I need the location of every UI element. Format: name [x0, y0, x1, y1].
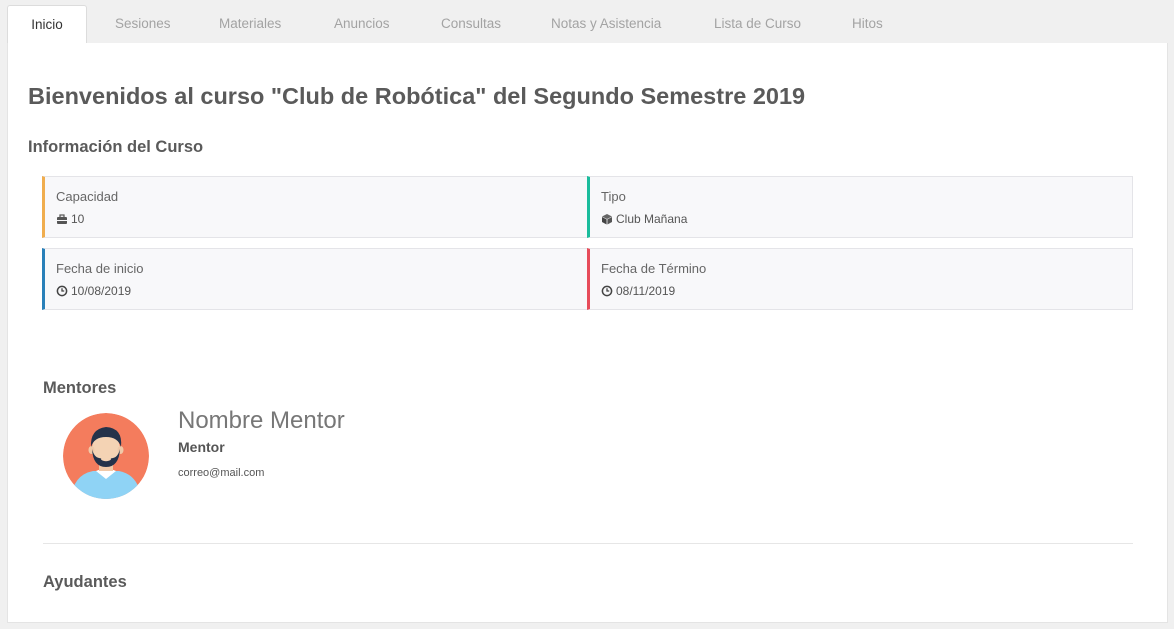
capacity-card: Capacidad 10 [42, 176, 588, 238]
tab-materiales[interactable]: Materiales [219, 5, 281, 44]
tab-lista-curso[interactable]: Lista de Curso [714, 5, 801, 44]
capacity-value: 10 [71, 212, 85, 226]
mentor-name: Nombre Mentor [178, 407, 345, 434]
end-date-value-row: 08/11/2019 [601, 284, 675, 298]
avatar [63, 413, 149, 499]
course-info-heading: Información del Curso [28, 138, 204, 156]
tab-notas-asistencia[interactable]: Notas y Asistencia [551, 5, 661, 44]
tab-anuncios[interactable]: Anuncios [334, 5, 390, 44]
capacity-label: Capacidad [56, 189, 119, 204]
mentors-heading: Mentores [43, 379, 117, 397]
type-label: Tipo [601, 189, 626, 204]
start-date-label: Fecha de inicio [56, 261, 144, 276]
tab-inicio[interactable]: Inicio [7, 5, 87, 45]
mentor-role: Mentor [178, 439, 225, 455]
helpers-heading: Ayudantes [43, 573, 127, 591]
tab-hitos[interactable]: Hitos [852, 5, 883, 44]
start-date-value: 10/08/2019 [71, 284, 132, 298]
divider [43, 543, 1133, 544]
end-date-label: Fecha de Término [601, 261, 707, 276]
mentor-email: correo@mail.com [178, 467, 265, 479]
capacity-value-row: 10 [56, 212, 84, 226]
clock-icon [56, 285, 68, 297]
end-date-value: 08/11/2019 [616, 284, 676, 298]
tab-content-panel: Bienvenidos al curso "Club de Robótica" … [7, 43, 1168, 623]
type-value: Club Mañana [616, 212, 688, 226]
end-date-card: Fecha de Término 08/11/2019 [587, 248, 1133, 310]
cube-icon [601, 213, 613, 225]
tab-bar: Inicio Sesiones Materiales Anuncios Cons… [7, 5, 1168, 45]
tab-sesiones[interactable]: Sesiones [115, 5, 171, 44]
page-title: Bienvenidos al curso "Club de Robótica" … [28, 83, 806, 109]
type-card: Tipo Club Mañana [587, 176, 1133, 238]
briefcase-icon [56, 213, 68, 225]
start-date-value-row: 10/08/2019 [56, 284, 131, 298]
start-date-card: Fecha de inicio 10/08/2019 [42, 248, 588, 310]
clock-icon [601, 285, 613, 297]
tab-consultas[interactable]: Consultas [441, 5, 501, 44]
type-value-row: Club Mañana [601, 212, 687, 226]
